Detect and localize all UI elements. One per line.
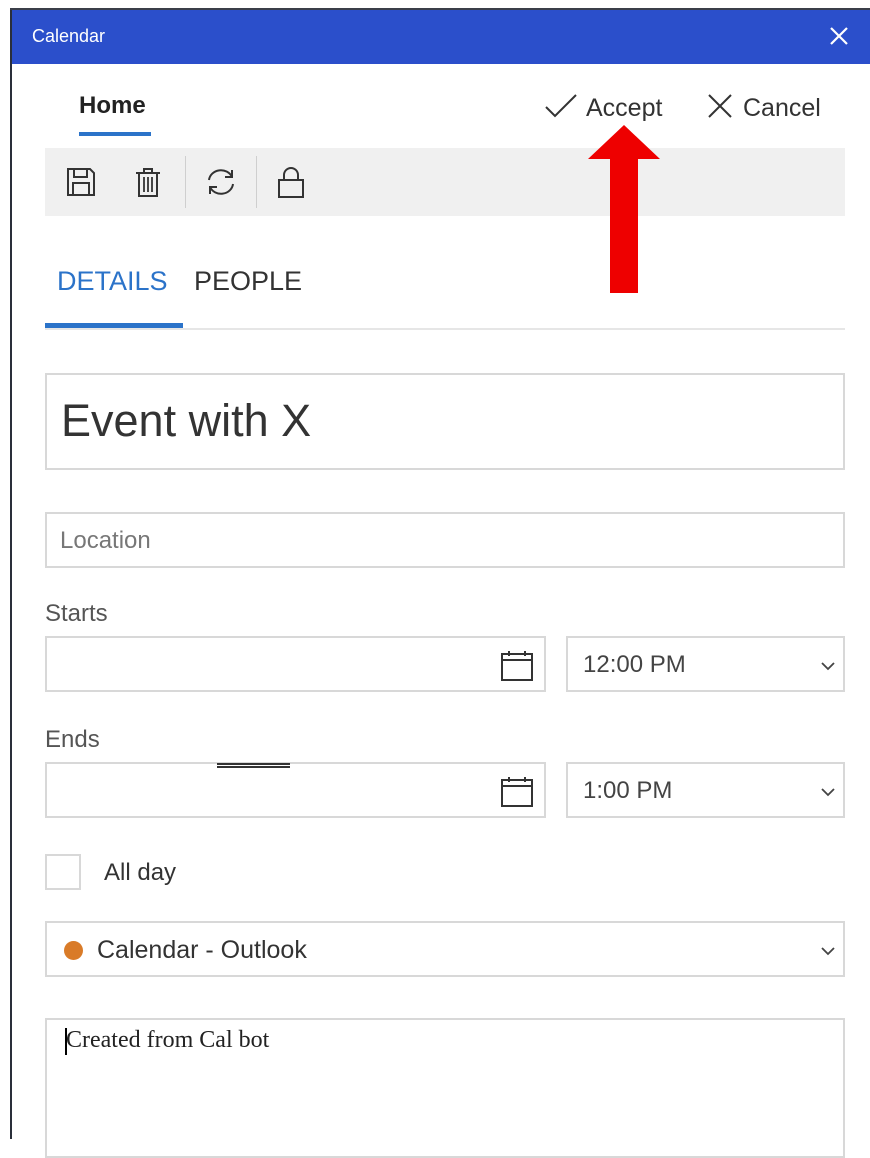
- active-tab-indicator: [45, 323, 183, 328]
- close-icon[interactable]: [826, 23, 852, 49]
- window-title: Calendar: [32, 26, 106, 46]
- end-date-field[interactable]: [45, 762, 546, 818]
- chevron-down-icon: [821, 784, 835, 802]
- all-day-label: All day: [104, 859, 177, 886]
- chevron-down-icon: [821, 943, 835, 961]
- repeat-icon[interactable]: [201, 162, 241, 202]
- end-time-value: 1:00 PM: [583, 777, 673, 804]
- title-bar: Calendar: [12, 10, 870, 64]
- location-field[interactable]: Location: [45, 512, 845, 568]
- annotation-arrow: [588, 125, 660, 293]
- end-time-select[interactable]: 1:00 PM: [566, 762, 845, 818]
- event-title-value: Event with X: [61, 395, 312, 446]
- calendar-window: Calendar Home Accept Cancel DETAILS PEOP…: [0, 0, 870, 1158]
- toolbar-divider: [185, 156, 186, 208]
- window-border: [10, 8, 12, 1139]
- text-cursor-mark: [217, 763, 290, 768]
- calendar-select[interactable]: Calendar - Outlook: [45, 921, 845, 977]
- all-day-checkbox[interactable]: [45, 854, 81, 890]
- starts-label: Starts: [45, 600, 108, 627]
- lock-icon[interactable]: [271, 162, 311, 202]
- tabs-divider: [45, 328, 845, 330]
- chevron-down-icon: [821, 658, 835, 676]
- checkmark-icon: [544, 92, 578, 125]
- calendar-icon[interactable]: [500, 776, 534, 813]
- toolbar-divider: [256, 156, 257, 208]
- home-tab-indicator: [79, 132, 151, 136]
- tab-details[interactable]: DETAILS: [57, 266, 168, 297]
- calendar-select-value: Calendar - Outlook: [97, 936, 307, 964]
- event-title-field[interactable]: Event with X: [45, 373, 845, 470]
- tab-people[interactable]: PEOPLE: [194, 266, 302, 297]
- location-placeholder: Location: [60, 527, 151, 554]
- home-tab[interactable]: Home: [79, 92, 146, 120]
- start-date-field[interactable]: [45, 636, 546, 692]
- close-icon: [707, 93, 733, 124]
- command-toolbar: [45, 148, 845, 216]
- notes-field[interactable]: Created from Cal bot: [45, 1018, 845, 1158]
- accept-label: Accept: [586, 93, 663, 122]
- cancel-label: Cancel: [743, 93, 821, 122]
- notes-value: Created from Cal bot: [66, 1027, 270, 1053]
- delete-icon[interactable]: [128, 162, 168, 202]
- calendar-color-dot: [64, 941, 83, 960]
- start-time-select[interactable]: 12:00 PM: [566, 636, 845, 692]
- ends-label: Ends: [45, 726, 100, 753]
- save-icon[interactable]: [61, 162, 101, 202]
- calendar-icon[interactable]: [500, 650, 534, 687]
- accept-button[interactable]: Accept: [544, 91, 662, 125]
- cancel-button[interactable]: Cancel: [707, 91, 821, 125]
- start-time-value: 12:00 PM: [583, 651, 686, 678]
